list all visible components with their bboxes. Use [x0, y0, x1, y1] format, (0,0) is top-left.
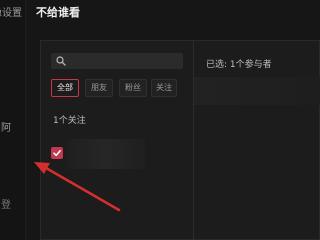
checkmark-icon: [53, 150, 61, 157]
selected-pane: 已选: 1个参与者: [194, 41, 320, 240]
item-checkbox[interactable]: [51, 147, 63, 159]
search-input[interactable]: [69, 53, 177, 69]
selected-count-label: 已选: 1个参与者: [206, 60, 272, 70]
tab-all[interactable]: 全部: [51, 79, 79, 97]
tab-following[interactable]: 关注: [151, 79, 177, 97]
settings-sidebar: 隐设置 阿 登: [0, 0, 26, 240]
list-item[interactable]: [51, 139, 187, 169]
tab-fans[interactable]: 粉丝: [119, 79, 147, 97]
search-icon: [56, 56, 66, 66]
sidebar-partial-label[interactable]: 登: [1, 196, 11, 211]
dialog-title: 不给谁看: [36, 6, 80, 19]
search-box[interactable]: [51, 53, 183, 69]
screen: 隐设置 阿 登 不给谁看 全部 朋友 粉丝 关注: [0, 0, 320, 240]
dialog-body: 全部 朋友 粉丝 关注 1个关注 已选: 1个参与者: [40, 40, 320, 240]
privacy-dialog: 不给谁看 全部 朋友 粉丝 关注 1个关注 已选: 1个参与者: [26, 0, 320, 240]
contact-picker-pane: 全部 朋友 粉丝 关注 1个关注: [41, 41, 191, 240]
tab-friends[interactable]: 朋友: [85, 79, 113, 97]
following-count-label: 1个关注: [53, 116, 86, 126]
contact-entry-blurred[interactable]: [67, 139, 145, 169]
selected-participant-blurred[interactable]: [194, 77, 320, 105]
sidebar-top-label: 隐设置: [0, 8, 22, 19]
sidebar-partial-label[interactable]: 阿: [1, 119, 11, 134]
